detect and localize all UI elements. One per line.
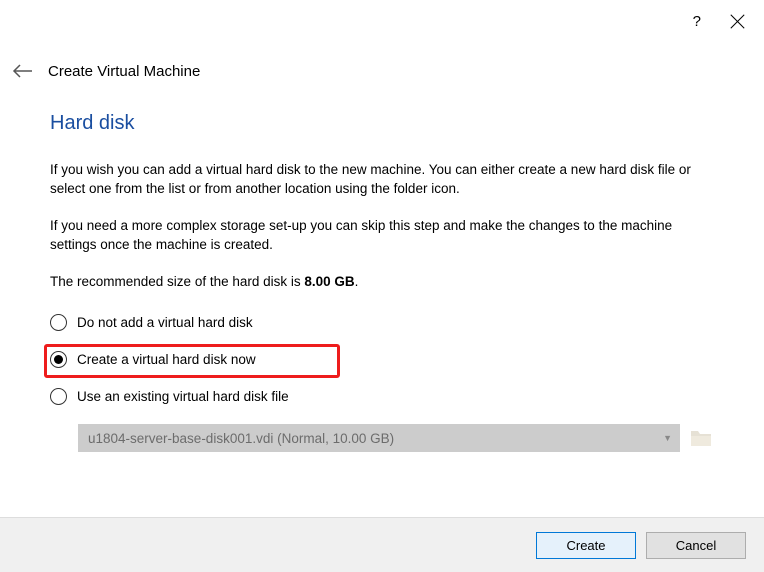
para3-suffix: . — [355, 274, 359, 289]
footer: Create Cancel — [0, 517, 764, 572]
radio-label: Use an existing virtual hard disk file — [77, 389, 289, 404]
existing-disk-dropdown[interactable]: u1804-server-base-disk001.vdi (Normal, 1… — [78, 424, 680, 452]
paragraph-1: If you wish you can add a virtual hard d… — [50, 161, 714, 199]
page-title: Hard disk — [50, 112, 714, 135]
para3-prefix: The recommended size of the hard disk is — [50, 274, 304, 289]
radio-label: Do not add a virtual hard disk — [77, 315, 253, 330]
existing-disk-row: u1804-server-base-disk001.vdi (Normal, 1… — [50, 424, 714, 452]
radio-icon — [50, 351, 67, 368]
chevron-down-icon: ▼ — [663, 433, 672, 443]
wizard-title: Create Virtual Machine — [48, 63, 200, 80]
paragraph-3: The recommended size of the hard disk is… — [50, 273, 714, 292]
titlebar: ? — [0, 0, 764, 42]
radio-option-no-disk[interactable]: Do not add a virtual hard disk — [50, 309, 714, 336]
recommended-size: 8.00 GB — [304, 274, 354, 289]
radio-icon — [50, 314, 67, 331]
radio-icon — [50, 388, 67, 405]
content-area: Hard disk If you wish you can add a virt… — [0, 92, 764, 452]
radio-option-use-existing[interactable]: Use an existing virtual hard disk file — [50, 383, 714, 410]
radio-option-create-now[interactable]: Create a virtual hard disk now — [50, 346, 714, 373]
dropdown-value: u1804-server-base-disk001.vdi (Normal, 1… — [88, 431, 394, 446]
wizard-header: Create Virtual Machine — [0, 42, 764, 92]
create-button[interactable]: Create — [536, 532, 636, 559]
close-icon[interactable] — [729, 13, 746, 30]
back-arrow-icon[interactable] — [12, 60, 34, 82]
cancel-button[interactable]: Cancel — [646, 532, 746, 559]
folder-browse-icon[interactable] — [688, 425, 714, 451]
paragraph-2: If you need a more complex storage set-u… — [50, 217, 714, 255]
help-button[interactable]: ? — [693, 13, 701, 30]
radio-group: Do not add a virtual hard disk Create a … — [50, 309, 714, 452]
radio-label: Create a virtual hard disk now — [77, 352, 256, 367]
